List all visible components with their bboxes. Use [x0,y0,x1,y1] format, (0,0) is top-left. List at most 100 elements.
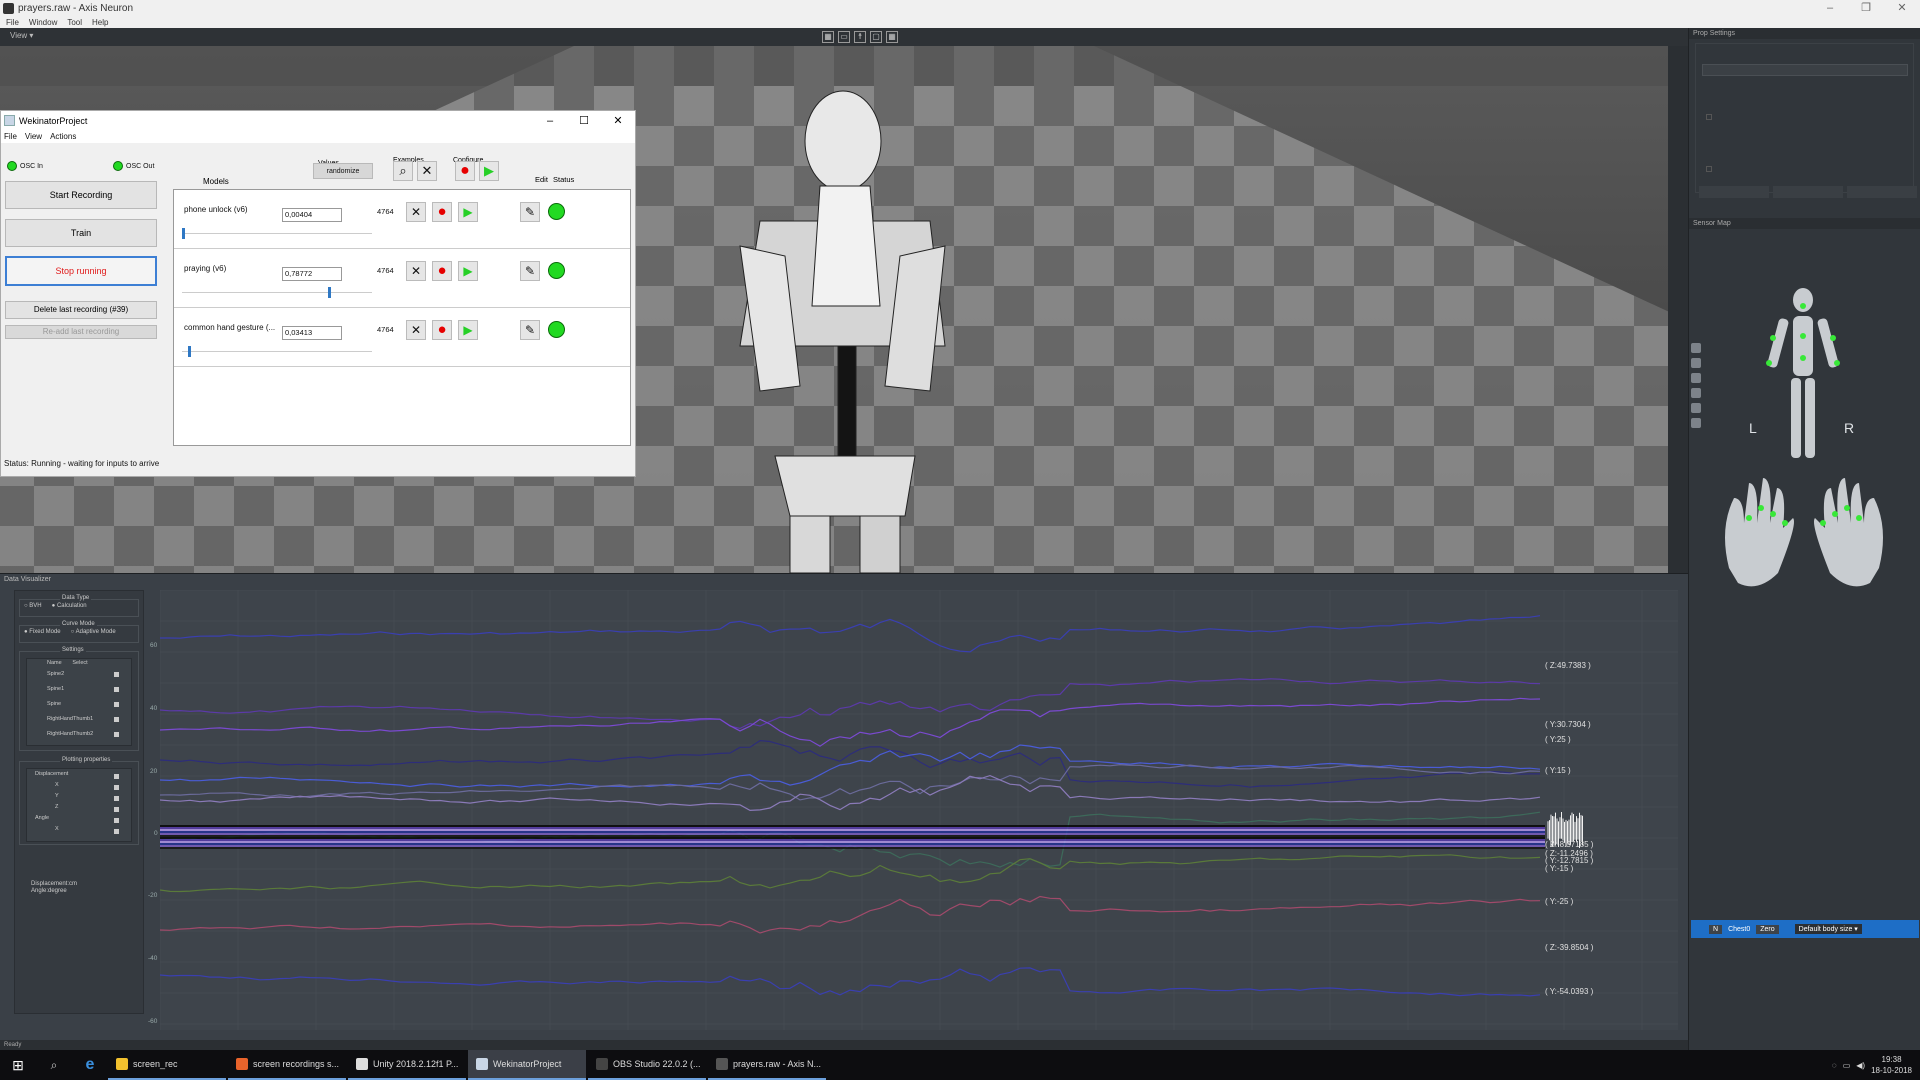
delete-last-recording-button[interactable]: Delete last recording (#39) [5,301,157,319]
list-item[interactable]: RightHandThumb1 [27,712,131,727]
units-legend: Displacement:cm Angle:degree [31,881,78,894]
windows-start-icon[interactable]: ⊞ [0,1050,36,1080]
menu-actions[interactable]: Actions [50,131,76,143]
edit-pencil-icon[interactable]: ✎ [520,202,540,222]
list-item[interactable]: X [27,780,131,791]
edit-pencil-icon[interactable]: ✎ [520,320,540,340]
tray-icon[interactable]: ◌ [1832,1061,1837,1070]
app-icon [596,1058,608,1070]
edit-pencil-icon[interactable]: ✎ [520,261,540,281]
app-icon [716,1058,728,1070]
plotting-properties-group: Plotting properties Displacement X Y Z A… [19,757,139,845]
menu-window[interactable]: Window [29,17,57,28]
list-item[interactable]: Spine2 [27,667,131,682]
adaptive-mode-radio[interactable]: ○ Adaptive Mode [71,629,116,635]
menu-tool[interactable]: Tool [67,17,82,28]
menu-view[interactable]: View [25,131,42,143]
fixed-mode-radio[interactable]: ● Fixed Mode [24,629,61,635]
taskbar-item[interactable]: prayers.raw - Axis N... [708,1050,826,1080]
menu-file[interactable]: File [4,131,17,143]
train-button[interactable]: Train [5,219,157,247]
prop-dropdown[interactable] [1702,64,1908,76]
figure-icon[interactable]: ☨ [854,31,866,43]
zero-button[interactable]: Zero [1756,924,1779,934]
list-item[interactable]: Y [27,791,131,802]
model-row: common hand gesture (... 0,03413 4764 ✕ ● ▶ ✎ [174,308,630,367]
search-icon[interactable]: ⌕ [393,161,413,181]
slider-thumb[interactable] [328,287,332,298]
list-item[interactable]: Displacement [27,769,131,780]
delete-examples-icon[interactable]: ✕ [406,320,426,340]
list-item[interactable]: Spine1 [27,682,131,697]
run-icon[interactable]: ▶ [458,202,478,222]
list-item[interactable]: Angle [27,813,131,824]
delete-examples-icon[interactable]: ✕ [406,202,426,222]
run-icon[interactable]: ▶ [458,261,478,281]
model-value-field[interactable]: 0,00404 [282,208,342,222]
taskbar-item[interactable]: screen recordings s... [228,1050,346,1080]
value-label: ( Y:30.7304 ) [1545,720,1591,729]
readd-last-recording-button[interactable]: Re-add last recording [5,325,157,339]
network-icon[interactable]: ▭ [1843,1061,1851,1070]
slider-thumb[interactable] [187,346,191,357]
run-all-icon[interactable]: ▶ [479,161,499,181]
menu-file[interactable]: File [6,17,19,28]
list-item[interactable]: X [27,824,131,835]
minimize-icon[interactable]: – [533,111,567,131]
randomize-button[interactable]: randomize [313,163,373,179]
slider-thumb[interactable] [182,228,185,239]
clock[interactable]: 19:38 18-10-2018 [1871,1054,1912,1076]
model-output-slider[interactable] [182,346,372,357]
menu-help[interactable]: Help [92,17,108,28]
camera-icon[interactable]: ▭ [838,31,850,43]
record-icon[interactable]: ● [432,320,452,340]
edge-icon[interactable]: e [72,1056,108,1074]
minimize-icon[interactable]: – [1812,0,1848,17]
maximize-icon[interactable]: ❐ [1848,0,1884,17]
taskbar-item[interactable]: WekinatorProject [468,1050,586,1080]
n-button[interactable]: N [1709,924,1723,934]
list-item[interactable]: RightHandThumb2 [27,727,131,742]
close-icon[interactable]: ✕ [1884,0,1920,17]
volume-icon[interactable]: ◀) [1856,1061,1865,1070]
record-icon[interactable]: ● [432,261,452,281]
start-recording-button[interactable]: Start Recording [5,181,157,209]
prop-button-1[interactable] [1699,186,1769,198]
stop-running-button[interactable]: Stop running [5,256,157,286]
record-all-icon[interactable]: ● [455,161,475,181]
plotting-list[interactable]: Displacement X Y Z Angle X [26,768,132,842]
bvh-radio[interactable]: ○ BVH [24,603,42,609]
model-output-slider[interactable] [182,287,372,298]
model-value-field[interactable]: 0,03413 [282,326,342,340]
data-plot[interactable]: 60 40 20 0 -20 -40 -60 ( Z:49.7383 ) ( Y… [148,589,1678,1030]
prop-checkbox-2[interactable] [1706,166,1712,172]
run-icon[interactable]: ▶ [458,320,478,340]
model-output-slider[interactable] [182,228,372,239]
model-value-field[interactable]: 0,78772 [282,267,342,281]
list-item[interactable]: Z [27,802,131,813]
delete-examples-icon[interactable]: ✕ [406,261,426,281]
data-type-group: Data Type ○ BVH ● Calculation [19,595,139,617]
maximize-icon[interactable]: ☐ [567,111,601,131]
taskbar-item[interactable]: Unity 2018.2.12f1 P... [348,1050,466,1080]
wekinator-window: WekinatorProject – ☐ ✕ File View Actions… [0,110,636,477]
app-menubar: File Window Tool Help [0,17,1920,28]
y-tick: 40 [150,705,158,712]
frame-icon[interactable]: ▢ [870,31,882,43]
calculation-radio[interactable]: ● Calculation [52,603,87,609]
record-icon[interactable]: ● [432,202,452,222]
delete-all-examples-icon[interactable]: ✕ [417,161,437,181]
taskbar-item[interactable]: OBS Studio 22.0.2 (... [588,1050,706,1080]
view-dropdown[interactable]: View ▾ [10,31,33,40]
body-size-dropdown[interactable]: Default body size ▾ [1794,924,1862,934]
list-item[interactable]: Spine [27,697,131,712]
close-icon[interactable]: ✕ [601,111,635,131]
prop-button-2[interactable] [1773,186,1843,198]
settings-list[interactable]: Name Select Spine2 Spine1 Spine RightHan… [26,658,132,746]
prop-checkbox-1[interactable] [1706,114,1712,120]
grid2-icon[interactable]: ▦ [886,31,898,43]
search-icon[interactable]: ⌕ [36,1058,72,1073]
grid-icon[interactable]: ▦ [822,31,834,43]
prop-button-3[interactable] [1847,186,1917,198]
taskbar-item[interactable]: screen_rec [108,1050,226,1080]
